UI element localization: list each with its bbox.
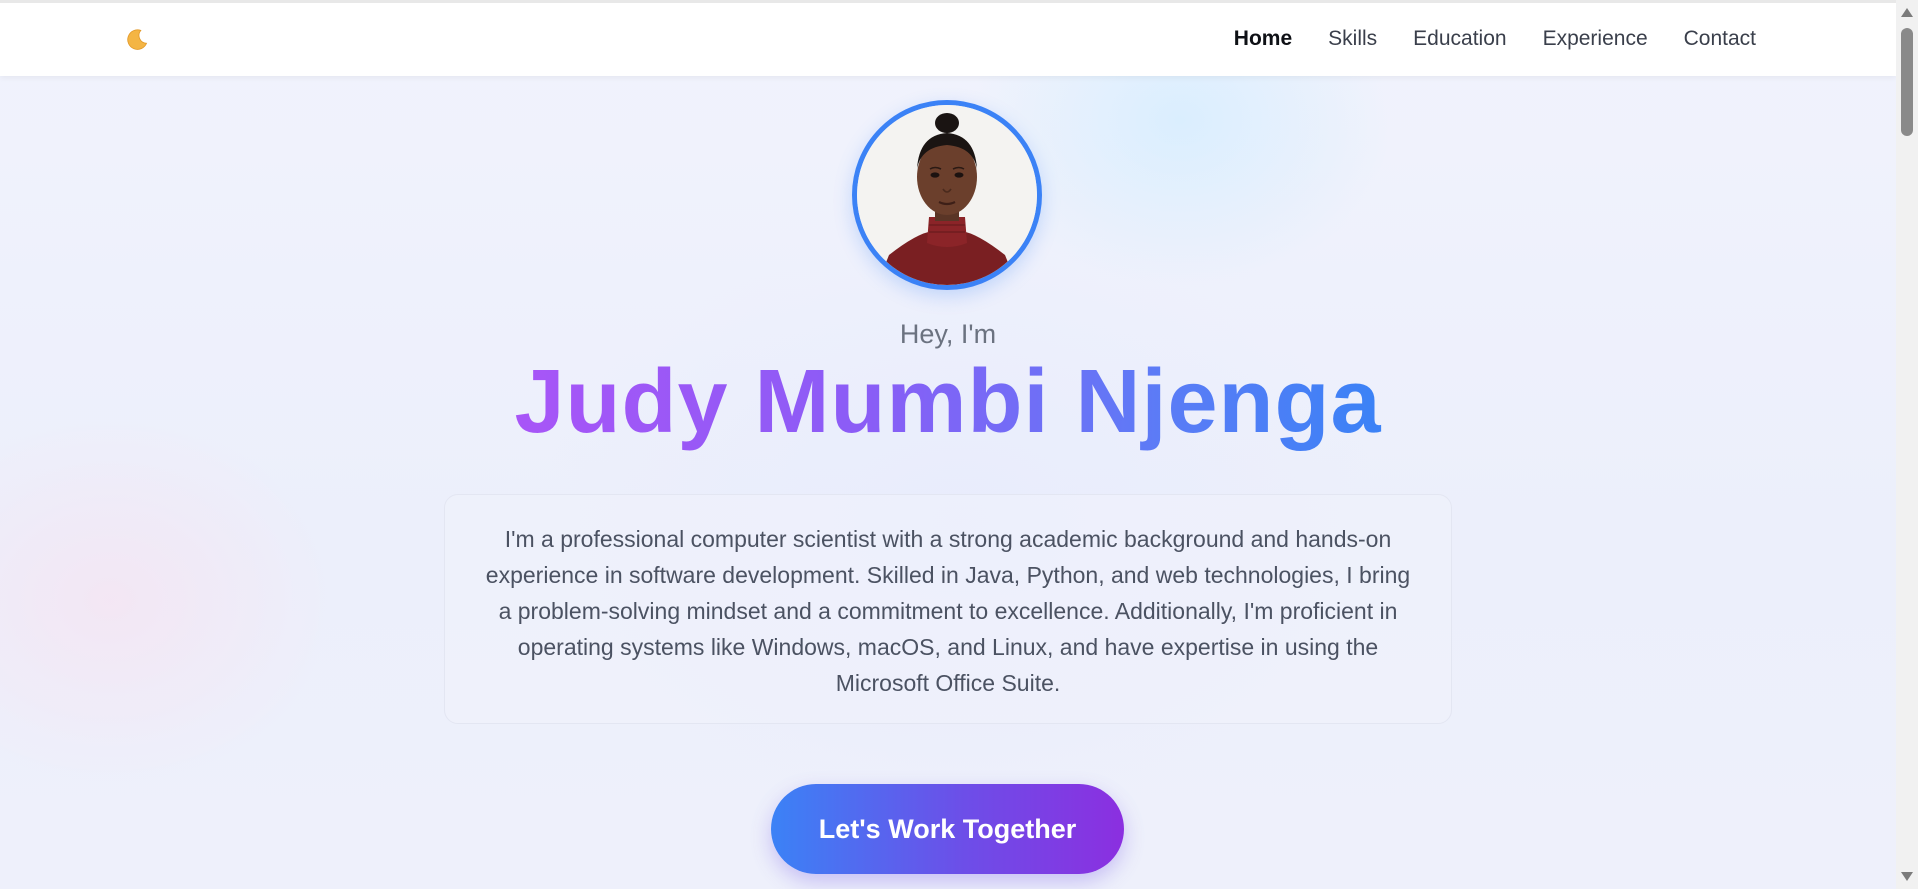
- nav-link-education[interactable]: Education: [1413, 27, 1506, 51]
- work-together-button[interactable]: Let's Work Together: [771, 784, 1124, 874]
- hero-name: Judy Mumbi Njenga: [0, 352, 1896, 452]
- nav-links: Home Skills Education Experience Contact: [1234, 27, 1756, 51]
- bio-text: I'm a professional computer scientist wi…: [485, 526, 1411, 696]
- profile-avatar: [852, 100, 1042, 290]
- scroll-down-arrow-icon[interactable]: [1901, 872, 1913, 881]
- hero-name-text: Judy Mumbi Njenga: [514, 352, 1382, 452]
- nav-link-experience[interactable]: Experience: [1543, 27, 1648, 51]
- scrollbar-thumb[interactable]: [1901, 28, 1913, 136]
- hero-greeting: Hey, I'm: [899, 319, 997, 349]
- profile-photo: [857, 105, 1037, 285]
- nav-link-contact[interactable]: Contact: [1684, 27, 1756, 51]
- navbar: Home Skills Education Experience Contact: [0, 0, 1896, 76]
- moon-icon: [127, 29, 148, 50]
- scroll-up-arrow-icon[interactable]: [1901, 8, 1913, 17]
- nav-link-skills[interactable]: Skills: [1328, 27, 1377, 51]
- theme-toggle-button[interactable]: [124, 27, 154, 57]
- nav-link-home[interactable]: Home: [1234, 27, 1292, 51]
- scrollbar[interactable]: [1896, 0, 1918, 889]
- bio-card: I'm a professional computer scientist wi…: [444, 494, 1452, 724]
